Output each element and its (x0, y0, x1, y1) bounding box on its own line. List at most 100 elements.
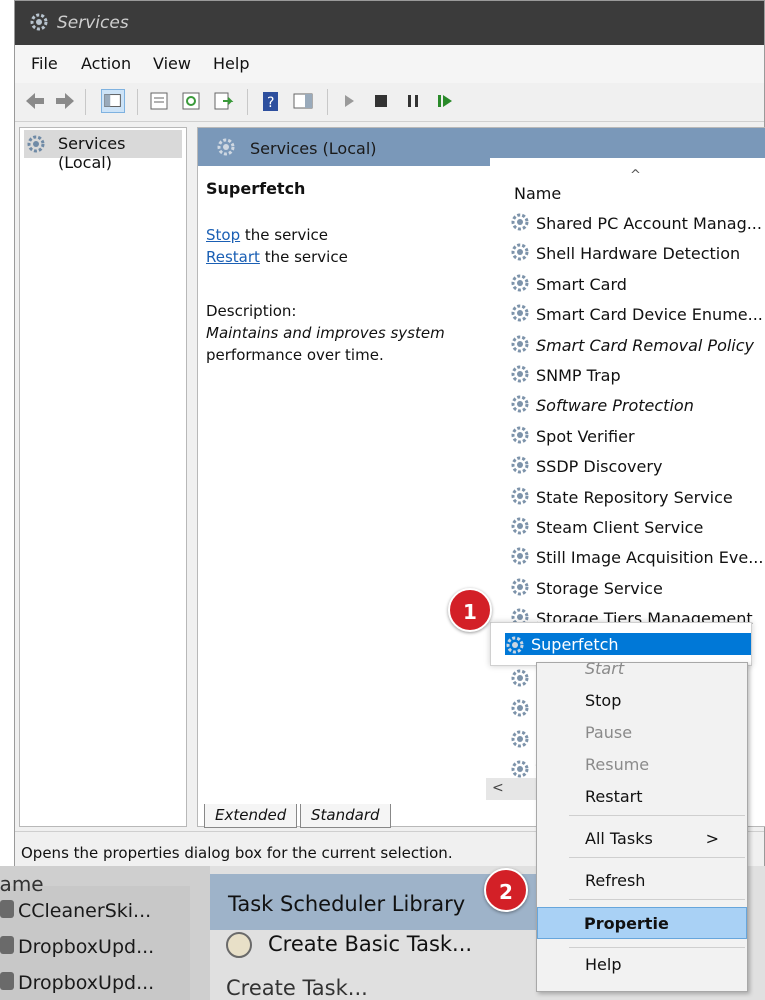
menu-item-start[interactable]: Start (585, 659, 624, 678)
menu-item-restart[interactable]: Restart (585, 787, 643, 806)
service-gear-icon (510, 425, 530, 445)
library-label: Task Scheduler Library (228, 892, 466, 916)
task-label: CCleanerSki... (18, 900, 152, 922)
menu-separator (569, 947, 745, 948)
window-title: Services (57, 13, 129, 33)
help-icon[interactable]: ? (259, 89, 283, 113)
list-item[interactable]: DropboxUpd... (0, 964, 190, 1000)
stop-service-text: the service (240, 226, 328, 244)
toolbar-separator (137, 89, 138, 115)
menu-item-all-tasks[interactable]: All Tasks > (585, 829, 737, 848)
menu-item-label: Propertie (584, 914, 669, 933)
table-row[interactable]: Shared PC Account Manag... (506, 208, 765, 238)
service-gear-icon (510, 729, 530, 749)
service-gear-icon (505, 635, 525, 655)
menu-separator (569, 857, 745, 858)
toolbar-separator (247, 89, 248, 115)
column-header-name[interactable]: Name (514, 184, 561, 203)
task-label: DropboxUpd... (18, 936, 155, 958)
pause-service-icon[interactable] (401, 89, 425, 113)
service-name: Smart Card (536, 274, 627, 294)
menu-item-pause[interactable]: Pause (585, 723, 632, 742)
menu-view[interactable]: View (153, 54, 191, 73)
restart-service-link[interactable]: Restart (206, 248, 260, 266)
service-name: Smart Card Device Enume... (536, 305, 763, 325)
service-name: Smart Card Removal Policy (536, 335, 755, 355)
service-gear-icon (510, 668, 530, 688)
table-row[interactable]: Spot Verifier (506, 421, 765, 451)
service-gear-icon (510, 212, 530, 232)
table-row[interactable]: Storage Service (506, 573, 765, 603)
menu-item-resume[interactable]: Resume (585, 755, 649, 774)
service-name: Spot Verifier (536, 426, 635, 446)
status-text: Opens the properties dialog box for the … (21, 844, 453, 862)
submenu-arrow-icon: > (705, 829, 719, 848)
menu-item-label: All Tasks (585, 829, 653, 848)
step-badge-2: 2 (484, 868, 528, 912)
service-name: State Repository Service (536, 487, 733, 507)
selected-service-label: Superfetch (531, 635, 619, 654)
toolbar: ? (15, 83, 764, 122)
service-gear-icon (510, 455, 530, 475)
service-title: Superfetch (206, 179, 306, 198)
stop-service-link[interactable]: Stop (206, 226, 240, 244)
action-label: Create Task... (226, 976, 368, 1000)
stop-service-icon[interactable] (369, 89, 393, 113)
properties-sheet-icon[interactable] (147, 89, 171, 113)
list-item[interactable]: DropboxUpd... (0, 928, 190, 964)
tab-extended[interactable]: Extended (204, 804, 298, 828)
task-icon (0, 900, 14, 918)
service-gear-icon (510, 394, 530, 414)
back-arrow-icon[interactable] (23, 89, 47, 113)
table-row[interactable]: SNMP Trap (506, 360, 765, 390)
table-row[interactable]: Smart Card Removal Policy (506, 330, 765, 360)
service-gear-icon (510, 759, 530, 779)
refresh-icon[interactable] (179, 89, 203, 113)
sort-ascending-icon: ^ (630, 168, 641, 183)
restart-service-icon[interactable] (433, 89, 457, 113)
title-bar: Services (15, 1, 764, 45)
menu-item-properties[interactable]: Propertie (537, 907, 747, 939)
description-line-2: performance over time. (206, 346, 384, 364)
create-basic-task-action[interactable]: Create Basic Task... (226, 932, 472, 958)
action-label: Create Basic Task... (268, 932, 473, 956)
service-name: Still Image Acquisition Eve... (536, 548, 764, 568)
scroll-left-arrow-icon[interactable]: < (492, 780, 504, 796)
menu-item-refresh[interactable]: Refresh (585, 871, 645, 890)
toolbar-separator (85, 89, 86, 115)
list-item[interactable]: CCleanerSki... (0, 892, 190, 928)
service-detail-panel: Superfetch Stop the service Restart the … (206, 178, 496, 366)
table-row[interactable]: SSDP Discovery (506, 451, 765, 481)
table-row[interactable]: Smart Card (506, 269, 765, 299)
menu-help[interactable]: Help (213, 54, 249, 73)
menu-item-help[interactable]: Help (585, 955, 621, 974)
description-line-1: Maintains and improves system (206, 324, 445, 342)
show-hide-console-tree-icon[interactable] (101, 89, 125, 113)
tab-standard[interactable]: Standard (300, 804, 391, 828)
start-service-icon[interactable] (337, 89, 361, 113)
service-name: Steam Client Service (536, 517, 704, 537)
table-row[interactable]: Still Image Acquisition Eve... (506, 542, 765, 572)
table-row[interactable]: Software Protection (506, 390, 765, 420)
create-task-action[interactable]: Create Task... (226, 976, 368, 1000)
tree-item-label: Services (Local) (58, 134, 126, 172)
table-row[interactable]: Smart Card Device Enume... (506, 299, 765, 329)
service-name: Storage Service (536, 578, 663, 598)
tree-item-services-local[interactable]: Services (Local) (24, 130, 182, 172)
menu-item-stop[interactable]: Stop (585, 691, 621, 710)
forward-arrow-icon[interactable] (53, 89, 77, 113)
services-gear-icon (26, 134, 46, 154)
show-action-pane-icon[interactable] (291, 89, 315, 113)
menu-action[interactable]: Action (81, 54, 131, 73)
description-label: Description: (206, 302, 297, 320)
table-row[interactable]: Shell Hardware Detection (506, 238, 765, 268)
service-gear-icon (510, 577, 530, 597)
menu-file[interactable]: File (31, 54, 58, 73)
services-gear-icon (29, 12, 49, 32)
service-name: Shared PC Account Manag... (536, 214, 762, 233)
export-list-icon[interactable] (211, 89, 235, 113)
table-row[interactable]: Steam Client Service (506, 512, 765, 542)
table-row[interactable]: State Repository Service (506, 482, 765, 512)
task-list: lame CCleanerSki... DropboxUpd... Dropbo… (0, 872, 190, 1000)
service-name: SNMP Trap (536, 365, 621, 385)
